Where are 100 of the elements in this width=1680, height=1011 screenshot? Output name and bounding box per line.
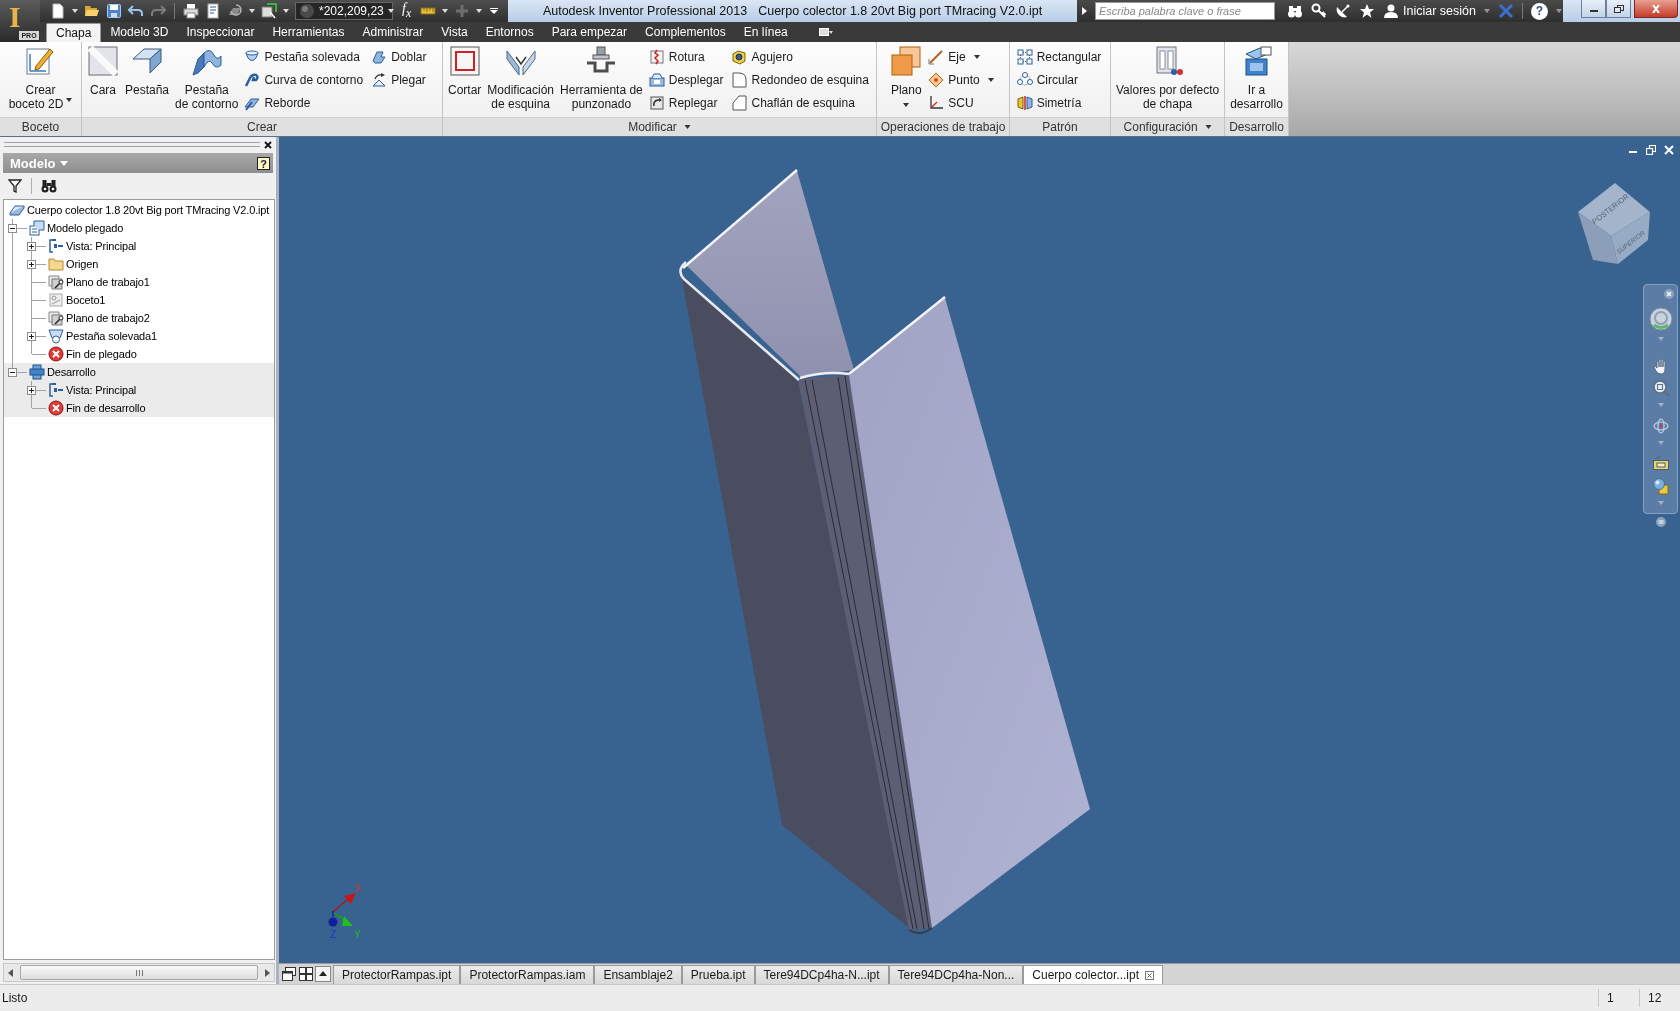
save-icon[interactable] bbox=[106, 3, 122, 19]
minimize-button[interactable] bbox=[1581, 0, 1606, 18]
ribbon-button[interactable]: Redondeo de esquina bbox=[731, 68, 871, 91]
ribbon-button[interactable]: SCU bbox=[928, 91, 996, 114]
document-tab[interactable]: Prueba.ipt bbox=[681, 965, 755, 984]
ribbon-button[interactable]: Curva de contorno bbox=[244, 68, 366, 91]
panel-toggle-icon[interactable] bbox=[818, 28, 833, 36]
undo-icon[interactable] bbox=[128, 3, 144, 19]
tree-item[interactable]: Cuerpo colector 1.8 20vt Big port TMracing V2.0.ipt bbox=[4, 201, 274, 219]
caret-icon[interactable] bbox=[66, 98, 73, 102]
curved-arrow-icon[interactable] bbox=[227, 3, 243, 19]
tree-item[interactable]: Fin de plegado bbox=[4, 345, 274, 363]
star-icon[interactable] bbox=[1359, 3, 1375, 19]
close-button[interactable] bbox=[1634, 0, 1678, 18]
ribbon-button[interactable]: Replegar bbox=[648, 91, 726, 114]
ribbon-button[interactable]: Circular bbox=[1016, 68, 1104, 91]
ribbon-tab[interactable]: Herramientas bbox=[263, 22, 354, 42]
tile-windows-icon[interactable] bbox=[298, 966, 314, 982]
tree-item[interactable]: Pestaña solevada1 bbox=[4, 327, 274, 345]
plus-box-icon[interactable] bbox=[27, 385, 36, 395]
redo-icon[interactable] bbox=[150, 3, 166, 19]
panel-title[interactable]: Configuración bbox=[1111, 117, 1225, 136]
help-button[interactable]: ? bbox=[1530, 2, 1548, 20]
binoculars-icon[interactable] bbox=[1287, 3, 1303, 19]
scrollbar-thumb[interactable] bbox=[20, 965, 258, 980]
scroll-right-icon[interactable] bbox=[264, 968, 270, 977]
ribbon-button[interactable]: Pestaña de contorno bbox=[172, 42, 242, 117]
panel-title[interactable]: Modificar bbox=[443, 117, 876, 136]
tree-item[interactable]: Vista: Principal bbox=[4, 381, 274, 399]
ribbon-button[interactable]: Chaflán de esquina bbox=[731, 91, 871, 114]
plus-box-icon[interactable] bbox=[27, 241, 36, 251]
caret-icon[interactable] bbox=[683, 125, 691, 129]
caret-icon[interactable] bbox=[987, 77, 994, 82]
ribbon-button[interactable]: Pestaña bbox=[122, 42, 173, 117]
ribbon-button[interactable]: Punto bbox=[928, 68, 996, 91]
orbit-icon[interactable] bbox=[1651, 417, 1670, 435]
document-tab[interactable]: Cuerpo colector...ipt bbox=[1023, 965, 1164, 984]
print-icon[interactable] bbox=[183, 3, 199, 19]
minus-box-icon[interactable] bbox=[8, 223, 17, 233]
ribbon-button[interactable]: Ir a desarrollo bbox=[1227, 42, 1286, 117]
ribbon-button[interactable]: Doblar bbox=[371, 45, 429, 68]
sign-in-button[interactable]: Iniciar sesión bbox=[1403, 4, 1476, 18]
tree-item[interactable]: Plano de trabajo2 bbox=[4, 309, 274, 327]
ribbon-button[interactable]: Cara bbox=[84, 42, 122, 117]
ribbon-button[interactable]: Pestaña solevada bbox=[244, 45, 366, 68]
key-icon[interactable] bbox=[1311, 3, 1327, 19]
sphere-cube-icon[interactable] bbox=[1651, 477, 1670, 495]
tree-item[interactable]: Modelo plegado bbox=[4, 219, 274, 237]
tree-item[interactable]: Desarrollo bbox=[4, 363, 274, 381]
satellite-dish-icon[interactable] bbox=[1335, 3, 1351, 19]
ribbon-button[interactable]: Rectangular bbox=[1016, 45, 1104, 68]
ribbon-tab[interactable]: Inspeccionar bbox=[177, 22, 264, 42]
plus-box-icon[interactable] bbox=[27, 331, 36, 341]
zoom-icon[interactable] bbox=[1651, 379, 1670, 397]
document-tab[interactable]: ProtectorRampas.ipt bbox=[333, 965, 461, 984]
appearance-dropdown[interactable]: *202,209,23 bbox=[295, 2, 393, 20]
ribbon-tab[interactable]: Chapa bbox=[46, 23, 102, 42]
caret-icon[interactable] bbox=[283, 9, 289, 13]
scroll-left-icon[interactable] bbox=[8, 968, 14, 977]
ribbon-button[interactable]: Plano bbox=[887, 42, 926, 117]
search-field[interactable]: Escriba palabra clave o frase bbox=[1095, 2, 1275, 20]
tree-item[interactable]: Origen bbox=[4, 255, 274, 273]
help-button[interactable]: ? bbox=[257, 156, 270, 170]
ribbon-tab[interactable]: Para empezar bbox=[542, 22, 637, 42]
expand-icon[interactable] bbox=[1082, 7, 1087, 15]
caret-icon[interactable] bbox=[72, 9, 78, 13]
binoculars-icon[interactable] bbox=[41, 179, 57, 193]
ribbon-button[interactable]: Simetría bbox=[1016, 91, 1104, 114]
dropdown-icon[interactable] bbox=[490, 8, 499, 14]
caret-icon[interactable] bbox=[1204, 125, 1212, 129]
open-folder-icon[interactable] bbox=[84, 3, 100, 19]
close-icon[interactable] bbox=[264, 140, 272, 149]
ribbon-button[interactable]: Modificación de esquina bbox=[484, 42, 558, 117]
document-tab[interactable]: Tere94DCp4ha-N...ipt bbox=[754, 965, 889, 984]
minus-box-icon[interactable] bbox=[8, 367, 17, 377]
ribbon-tab[interactable]: Modelo 3D bbox=[101, 22, 178, 42]
ribbon-button[interactable]: Cortar bbox=[445, 42, 485, 117]
ribbon-button[interactable]: Reborde bbox=[244, 91, 366, 114]
caret-icon[interactable] bbox=[249, 9, 255, 13]
tree-item[interactable]: Plano de trabajo1 bbox=[4, 273, 274, 291]
x-mark-icon[interactable] bbox=[1497, 3, 1514, 19]
ribbon-button[interactable]: Desplegar bbox=[648, 68, 726, 91]
box-arrow-icon[interactable] bbox=[261, 3, 277, 19]
tree-item[interactable]: Vista: Principal bbox=[4, 237, 274, 255]
cascade-windows-icon[interactable] bbox=[281, 966, 297, 982]
ribbon-button[interactable]: Herramienta de punzonado bbox=[557, 42, 646, 117]
ribbon-button[interactable]: Agujero bbox=[731, 45, 871, 68]
tree-item[interactable]: Boceto1 bbox=[4, 291, 274, 309]
plus-box-icon[interactable] bbox=[27, 259, 36, 269]
ribbon-button[interactable]: Rotura bbox=[648, 45, 726, 68]
ribbon-tab[interactable]: Administrar bbox=[353, 22, 433, 42]
ribbon-tab[interactable]: Vista bbox=[432, 22, 477, 42]
caret-icon[interactable] bbox=[903, 103, 910, 107]
tree-item[interactable]: Fin de desarrollo bbox=[4, 399, 274, 417]
steering-wheel-icon[interactable] bbox=[1648, 307, 1673, 331]
user-icon[interactable] bbox=[1383, 3, 1399, 19]
caret-icon[interactable] bbox=[442, 9, 449, 13]
new-document-icon[interactable] bbox=[50, 3, 66, 19]
horizontal-scrollbar[interactable] bbox=[3, 963, 275, 982]
document-tab[interactable]: Tere94DCp4ha-Non... bbox=[888, 965, 1024, 984]
